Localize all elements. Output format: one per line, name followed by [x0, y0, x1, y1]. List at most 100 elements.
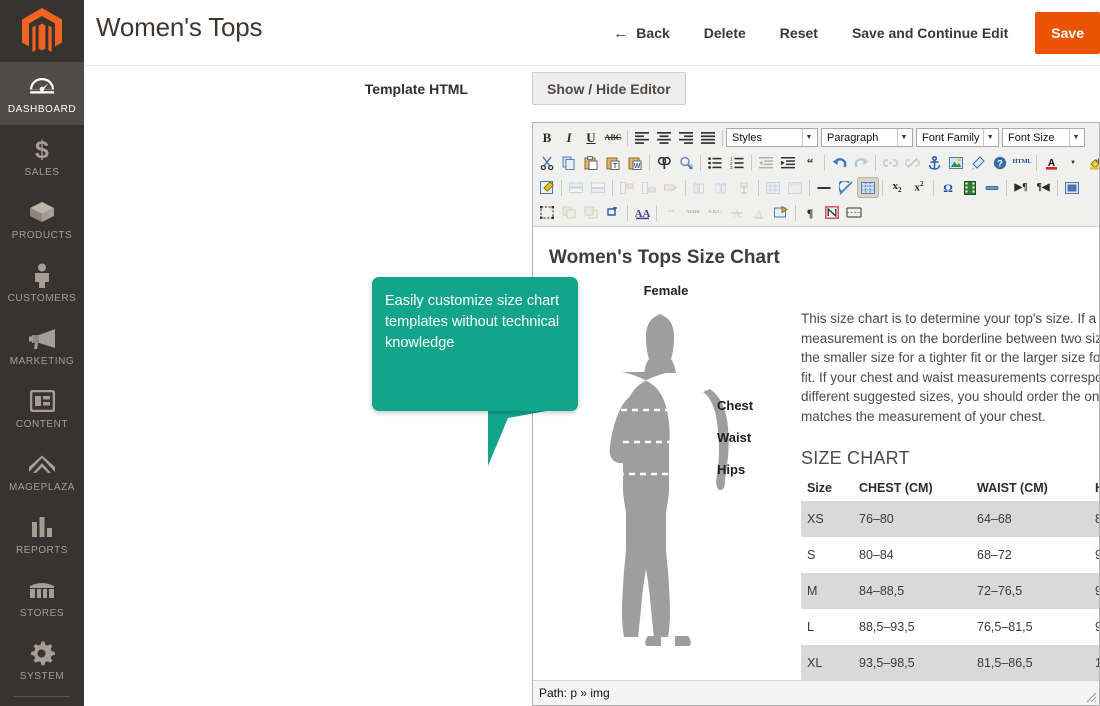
- text-color-icon[interactable]: A: [1040, 152, 1062, 173]
- blockquote-icon[interactable]: “: [799, 152, 821, 173]
- sidebar-item-sales[interactable]: $ SALES: [0, 125, 84, 188]
- text-color-dropdown-icon[interactable]: ▼: [1062, 152, 1084, 173]
- resize-grip-icon[interactable]: [1083, 689, 1097, 703]
- insert-text-icon[interactable]: A: [748, 202, 770, 223]
- find-icon[interactable]: [653, 152, 675, 173]
- page-break-icon[interactable]: [981, 177, 1003, 198]
- save-and-continue-edit-button[interactable]: Save and Continue Edit: [835, 0, 1025, 66]
- sidebar-item-partners[interactable]: [0, 701, 84, 706]
- cell-hips: 86–90: [1089, 501, 1099, 537]
- rtl-icon[interactable]: ¶◀: [1032, 177, 1054, 198]
- paste-word-icon[interactable]: W: [624, 152, 646, 173]
- help-icon[interactable]: ?: [989, 152, 1011, 173]
- cell-chest: 84–88,5: [853, 573, 971, 609]
- sidebar-item-mageplaza[interactable]: MAGEPLAZA: [0, 440, 84, 503]
- back-button[interactable]: ← Back: [596, 0, 686, 66]
- sidebar-item-stores[interactable]: STORES: [0, 566, 84, 629]
- unlink-icon[interactable]: [901, 152, 923, 173]
- insert-media-icon[interactable]: [959, 177, 981, 198]
- styles-select[interactable]: Styles ▼: [726, 128, 818, 147]
- editor-content-area[interactable]: Women's Tops Size Chart Female Chest Wai…: [533, 233, 1099, 680]
- paste-icon[interactable]: [580, 152, 602, 173]
- insert-row-after-icon[interactable]: [587, 177, 609, 198]
- layer-forward-icon[interactable]: [558, 202, 580, 223]
- paragraph-select[interactable]: Paragraph ▼: [821, 128, 913, 147]
- sidebar-item-reports[interactable]: REPORTS: [0, 503, 84, 566]
- toolbar-row-4: AA “” ABBR A.B.C. A A ¶: [533, 200, 1099, 225]
- ltr-icon[interactable]: ▶¶: [1010, 177, 1032, 198]
- sidebar-item-system[interactable]: SYSTEM: [0, 629, 84, 692]
- insert-row-before-icon[interactable]: [565, 177, 587, 198]
- numbered-list-icon[interactable]: 123: [726, 152, 748, 173]
- indent-icon[interactable]: [777, 152, 799, 173]
- reset-button[interactable]: Reset: [763, 0, 835, 66]
- merge-cells-icon[interactable]: [616, 177, 638, 198]
- toolbar-separator: [1006, 179, 1007, 196]
- outdent-icon[interactable]: [755, 152, 777, 173]
- find-replace-icon[interactable]: B: [675, 152, 697, 173]
- magento-logo[interactable]: [0, 0, 84, 62]
- cite-icon[interactable]: “”: [660, 202, 682, 223]
- align-center-icon[interactable]: [653, 127, 675, 148]
- abbr-icon[interactable]: ABBR: [682, 202, 704, 223]
- subscript-icon[interactable]: x2: [886, 177, 908, 198]
- align-justify-icon[interactable]: [697, 127, 719, 148]
- sidebar-item-marketing[interactable]: MARKETING: [0, 314, 84, 377]
- insert-layer-icon[interactable]: [602, 202, 624, 223]
- anchor-icon[interactable]: [923, 152, 945, 173]
- underline-icon[interactable]: U: [580, 127, 602, 148]
- figure-caption-hips: Hips: [717, 462, 746, 477]
- attributes-icon[interactable]: [770, 202, 792, 223]
- undo-icon[interactable]: [828, 152, 850, 173]
- sidebar-item-dashboard[interactable]: DASHBOARD: [0, 62, 84, 125]
- split-cells-icon[interactable]: [638, 177, 660, 198]
- bold-icon[interactable]: B: [536, 127, 558, 148]
- table-delete-icon[interactable]: [784, 177, 806, 198]
- italic-icon[interactable]: I: [558, 127, 580, 148]
- redo-icon[interactable]: [850, 152, 872, 173]
- save-button[interactable]: Save: [1035, 12, 1100, 54]
- sidebar-item-customers[interactable]: CUSTOMERS: [0, 251, 84, 314]
- insert-col-before-icon[interactable]: ?: [689, 177, 711, 198]
- acronym-icon[interactable]: A.B.C.: [704, 202, 726, 223]
- horizontal-rule-icon[interactable]: [813, 177, 835, 198]
- html-source-icon[interactable]: HTML: [1011, 152, 1033, 173]
- fullscreen-icon[interactable]: [1061, 177, 1083, 198]
- delete-text-icon[interactable]: A: [726, 202, 748, 223]
- delete-col-icon[interactable]: [733, 177, 755, 198]
- select-all-icon[interactable]: [536, 202, 558, 223]
- special-char-icon[interactable]: Ω: [937, 177, 959, 198]
- show-hide-editor-button[interactable]: Show / Hide Editor: [532, 72, 686, 105]
- edit-css-icon[interactable]: [536, 177, 558, 198]
- background-color-icon[interactable]: ab: [1084, 152, 1099, 173]
- layer-backward-icon[interactable]: [580, 202, 602, 223]
- table-row: XS 76–80 64–68 86–90: [801, 501, 1099, 537]
- paste-text-icon[interactable]: T: [602, 152, 624, 173]
- font-size-select[interactable]: Font Size ▼: [1002, 128, 1085, 147]
- toolbar-row-2: T W B 1 2 3 “ ? HTML A ▼: [533, 150, 1099, 175]
- size-chart-heading: SIZE CHART: [801, 448, 910, 468]
- style-props-icon[interactable]: AA: [631, 202, 653, 223]
- nonbreaking-icon[interactable]: [821, 202, 843, 223]
- sidebar-item-content[interactable]: CONTENT: [0, 377, 84, 440]
- font-family-select[interactable]: Font Family ▼: [916, 128, 999, 147]
- table-icon[interactable]: [762, 177, 784, 198]
- copy-icon[interactable]: [558, 152, 580, 173]
- bullet-list-icon[interactable]: [704, 152, 726, 173]
- align-right-icon[interactable]: [675, 127, 697, 148]
- align-left-icon[interactable]: [631, 127, 653, 148]
- page-break-marker-icon[interactable]: [843, 202, 865, 223]
- strikethrough-icon[interactable]: ABC: [602, 127, 624, 148]
- toggle-guides-icon[interactable]: [857, 177, 879, 198]
- remove-format-icon[interactable]: [835, 177, 857, 198]
- row-props-icon[interactable]: [660, 177, 682, 198]
- cut-icon[interactable]: [536, 152, 558, 173]
- cleanup-icon[interactable]: [967, 152, 989, 173]
- insert-col-after-icon[interactable]: ?: [711, 177, 733, 198]
- delete-button[interactable]: Delete: [687, 0, 763, 66]
- superscript-icon[interactable]: x2: [908, 177, 930, 198]
- link-icon[interactable]: [879, 152, 901, 173]
- sidebar-item-products[interactable]: PRODUCTS: [0, 188, 84, 251]
- show-invisibles-icon[interactable]: ¶: [799, 202, 821, 223]
- image-icon[interactable]: [945, 152, 967, 173]
